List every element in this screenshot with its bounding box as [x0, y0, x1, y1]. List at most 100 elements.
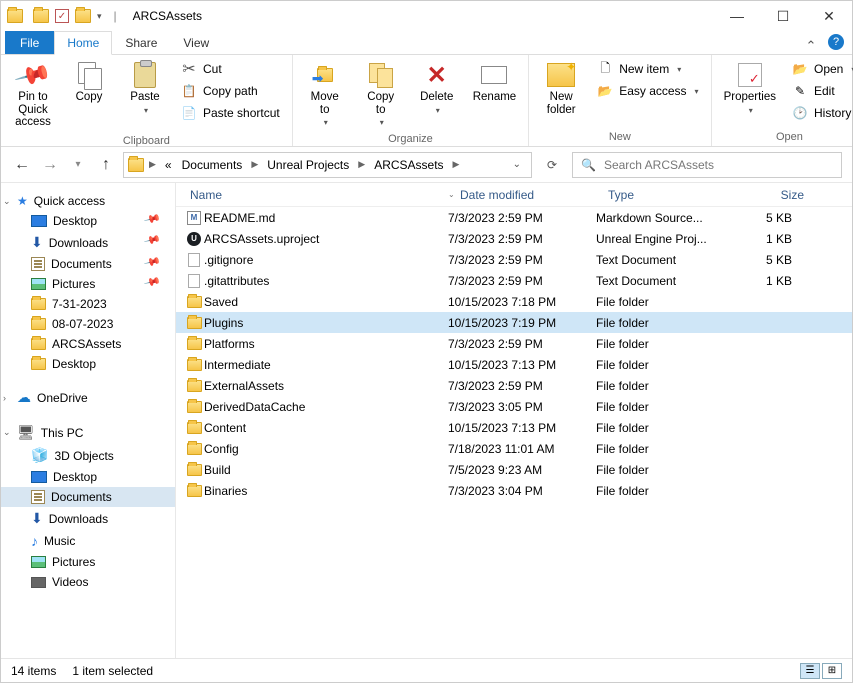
copy-to-button[interactable]: Copy to▾ — [355, 57, 407, 131]
table-row[interactable]: Saved10/15/2023 7:18 PMFile folder — [176, 291, 852, 312]
col-name[interactable]: Name — [184, 188, 442, 202]
properties-button[interactable]: Properties▾ — [718, 57, 782, 119]
folder-icon — [31, 338, 46, 350]
tab-share[interactable]: Share — [112, 31, 170, 54]
breadcrumb[interactable]: Documents — [178, 158, 247, 172]
copy-button[interactable]: Copy — [63, 57, 115, 108]
tab-file[interactable]: File — [5, 31, 54, 54]
table-row[interactable]: .gitattributes7/3/2023 2:59 PMText Docum… — [176, 270, 852, 291]
breadcrumb[interactable]: Unreal Projects — [263, 158, 353, 172]
delete-button[interactable]: ✕Delete▾ — [411, 57, 463, 119]
file-date: 7/3/2023 2:59 PM — [442, 274, 590, 288]
minimize-button[interactable]: — — [714, 1, 760, 31]
forward-button[interactable]: → — [39, 154, 61, 176]
expand-icon[interactable]: ⌄ — [3, 196, 11, 207]
move-to-button[interactable]: ➡Move to▾ — [299, 57, 351, 131]
properties-icon — [738, 63, 762, 87]
folder-icon — [187, 317, 202, 329]
qat-newfolder-icon[interactable] — [75, 9, 91, 23]
table-row[interactable]: Content10/15/2023 7:13 PMFile folder — [176, 417, 852, 438]
breadcrumb[interactable]: ARCSAssets — [370, 158, 447, 172]
pin-quick-access-button[interactable]: 📌 Pin to Quick access — [7, 57, 59, 133]
folder-icon — [187, 464, 202, 476]
table-row[interactable]: ExternalAssets7/3/2023 2:59 PMFile folde… — [176, 375, 852, 396]
qat-explorer-icon[interactable] — [33, 9, 49, 23]
tab-view[interactable]: View — [170, 31, 222, 54]
refresh-button[interactable]: ⟳ — [538, 152, 566, 178]
nav-desktop[interactable]: Desktop📌 — [1, 211, 175, 231]
nav-music[interactable]: ♪Music — [1, 530, 175, 552]
col-type[interactable]: Type — [602, 188, 750, 202]
file-type: File folder — [590, 295, 738, 309]
expand-icon[interactable]: ⌄ — [3, 427, 11, 438]
file-name: Intermediate — [204, 358, 442, 372]
table-row[interactable]: UARCSAssets.uproject7/3/2023 2:59 PMUnre… — [176, 228, 852, 249]
music-icon: ♪ — [31, 533, 38, 549]
new-item-button[interactable]: 🗋New item▾ — [591, 59, 704, 79]
close-button[interactable]: ✕ — [806, 1, 852, 31]
table-row[interactable]: Binaries7/3/2023 3:04 PMFile folder — [176, 480, 852, 501]
back-button[interactable]: ← — [11, 154, 33, 176]
nav-3d-objects[interactable]: 🧊3D Objects — [1, 444, 175, 467]
up-button[interactable]: ↑ — [95, 154, 117, 176]
maximize-button[interactable]: ☐ — [760, 1, 806, 31]
nav-folder[interactable]: Desktop — [1, 354, 175, 374]
qat-dropdown-icon[interactable]: ▾ — [97, 11, 102, 22]
paste-button[interactable]: Paste ▾ — [119, 57, 171, 119]
recent-dropdown[interactable]: ▾ — [67, 154, 89, 176]
table-row[interactable]: Intermediate10/15/2023 7:13 PMFile folde… — [176, 354, 852, 375]
easy-access-button[interactable]: 📂Easy access▾ — [591, 81, 704, 101]
copy-to-icon — [369, 63, 393, 87]
col-size[interactable]: Size — [750, 188, 810, 202]
table-row[interactable]: MREADME.md7/3/2023 2:59 PMMarkdown Sourc… — [176, 207, 852, 228]
nav-folder[interactable]: 7-31-2023 — [1, 294, 175, 314]
chevron-right-icon[interactable]: ▶ — [248, 159, 261, 170]
file-type: File folder — [590, 442, 738, 456]
nav-pictures[interactable]: Pictures — [1, 552, 175, 572]
address-bar[interactable]: ▶ « Documents ▶ Unreal Projects ▶ ARCSAs… — [123, 152, 532, 178]
cut-button[interactable]: ✂Cut — [175, 59, 286, 79]
address-dropdown-icon[interactable]: ⌄ — [507, 159, 527, 170]
nav-pictures[interactable]: Pictures📌 — [1, 274, 175, 294]
nav-quick-access[interactable]: ⌄★Quick access — [1, 191, 175, 211]
folder-icon — [187, 380, 202, 392]
history-button[interactable]: 🕑History — [786, 103, 853, 123]
chevron-right-icon[interactable]: ▶ — [450, 159, 463, 170]
nav-onedrive[interactable]: ›☁OneDrive — [1, 386, 175, 409]
nav-desktop[interactable]: Desktop — [1, 467, 175, 487]
file-type: Text Document — [590, 274, 738, 288]
rename-button[interactable]: Rename — [467, 57, 522, 108]
chevron-right-icon[interactable]: ▶ — [146, 159, 159, 170]
expand-icon[interactable]: › — [3, 393, 6, 403]
details-view-button[interactable]: ☰ — [800, 663, 820, 679]
paste-shortcut-button[interactable]: 📄Paste shortcut — [175, 103, 286, 123]
edit-button[interactable]: ✎Edit — [786, 81, 853, 101]
nav-documents[interactable]: Documents📌 — [1, 254, 175, 274]
open-button[interactable]: 📂Open▾ — [786, 59, 853, 79]
search-input[interactable]: 🔍 Search ARCSAssets — [572, 152, 842, 178]
nav-downloads[interactable]: ⬇Downloads — [1, 507, 175, 530]
qat-properties-icon[interactable]: ✓ — [55, 9, 69, 23]
nav-documents[interactable]: Documents — [1, 487, 175, 507]
collapse-ribbon-icon[interactable]: ⌃ — [798, 38, 824, 54]
nav-folder[interactable]: 08-07-2023 — [1, 314, 175, 334]
table-row[interactable]: Config7/18/2023 11:01 AMFile folder — [176, 438, 852, 459]
app-icon — [7, 9, 23, 23]
table-row[interactable]: .gitignore7/3/2023 2:59 PMText Document5… — [176, 249, 852, 270]
tab-home[interactable]: Home — [54, 31, 112, 55]
nav-folder[interactable]: ARCSAssets — [1, 334, 175, 354]
nav-this-pc[interactable]: ⌄🖥This PC — [1, 421, 175, 444]
new-folder-button[interactable]: New folder — [535, 57, 587, 120]
breadcrumb-ellipsis[interactable]: « — [161, 158, 176, 172]
nav-videos[interactable]: Videos — [1, 572, 175, 592]
table-row[interactable]: DerivedDataCache7/3/2023 3:05 PMFile fol… — [176, 396, 852, 417]
table-row[interactable]: Plugins10/15/2023 7:19 PMFile folder — [176, 312, 852, 333]
col-date[interactable]: Date modified — [454, 188, 602, 202]
thumbnails-view-button[interactable]: ⊞ — [822, 663, 842, 679]
nav-downloads[interactable]: ⬇Downloads📌 — [1, 231, 175, 254]
table-row[interactable]: Platforms7/3/2023 2:59 PMFile folder — [176, 333, 852, 354]
table-row[interactable]: Build7/5/2023 9:23 AMFile folder — [176, 459, 852, 480]
copy-path-button[interactable]: 📋Copy path — [175, 81, 286, 101]
chevron-right-icon[interactable]: ▶ — [355, 159, 368, 170]
help-icon[interactable]: ? — [828, 34, 844, 50]
